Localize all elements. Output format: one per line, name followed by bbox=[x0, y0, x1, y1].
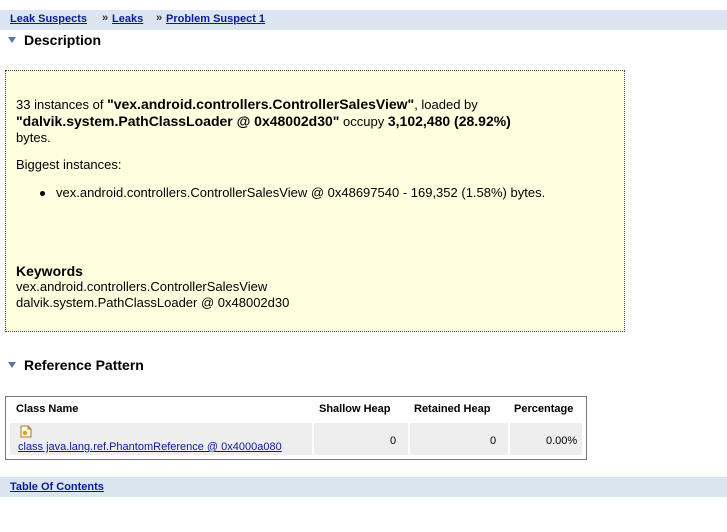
column-header-class-name[interactable]: Class Name bbox=[16, 403, 78, 415]
biggest-instance-text: vex.android.controllers.ControllerSalesV… bbox=[56, 185, 546, 200]
collapse-triangle-icon bbox=[8, 362, 16, 369]
keyword-item: dalvik.system.PathClassLoader @ 0x48002d… bbox=[16, 295, 290, 310]
class-file-icon bbox=[20, 425, 32, 438]
bullet-icon bbox=[40, 191, 45, 196]
breadcrumb: Leak Suspects » Leaks » Problem Suspect … bbox=[0, 10, 727, 30]
column-divider bbox=[408, 423, 410, 455]
biggest-instance-item: vex.android.controllers.ControllerSalesV… bbox=[40, 185, 616, 201]
breadcrumb-separator: » bbox=[156, 12, 163, 24]
loaded-by-text: , loaded by bbox=[414, 97, 478, 112]
column-divider bbox=[312, 423, 314, 455]
description-panel: 33 instances of "vex.android.controllers… bbox=[5, 70, 625, 332]
instance-count-text: 33 instances of bbox=[16, 97, 108, 112]
breadcrumb-leaks[interactable]: Leaks bbox=[112, 13, 143, 25]
column-header-retained-heap[interactable]: Retained Heap bbox=[414, 403, 490, 415]
table-of-contents-link[interactable]: Table Of Contents bbox=[10, 481, 104, 493]
column-divider bbox=[508, 423, 510, 455]
biggest-instances-label: Biggest instances: bbox=[16, 157, 122, 172]
retained-heap-value: 0 bbox=[490, 435, 497, 447]
column-header-shallow-heap[interactable]: Shallow Heap bbox=[319, 403, 391, 415]
occupy-text: occupy bbox=[339, 114, 388, 129]
table-row[interactable]: class java.lang.ref.PhantomReference @ 0… bbox=[10, 423, 582, 455]
breadcrumb-separator: » bbox=[102, 12, 109, 24]
reference-pattern-section-toggle[interactable]: Reference Pattern bbox=[8, 357, 144, 373]
description-section-toggle[interactable]: Description bbox=[8, 32, 101, 48]
bytes-text: bytes. bbox=[16, 130, 51, 145]
keyword-item: vex.android.controllers.ControllerSalesV… bbox=[16, 279, 268, 294]
breadcrumb-problem-suspect-1[interactable]: Problem Suspect 1 bbox=[166, 13, 265, 25]
percentage-value: 0.00% bbox=[546, 435, 578, 447]
reference-pattern-heading: Reference Pattern bbox=[24, 357, 144, 373]
keywords-title: Keywords bbox=[16, 263, 83, 279]
reference-pattern-table: Class Name Shallow Heap Retained Heap Pe… bbox=[5, 396, 587, 460]
column-header-percentage[interactable]: Percentage bbox=[514, 403, 573, 415]
breadcrumb-leak-suspects[interactable]: Leak Suspects bbox=[10, 13, 87, 25]
description-heading: Description bbox=[24, 32, 102, 48]
collapse-triangle-icon bbox=[8, 37, 16, 44]
retained-size: 3,102,480 (28.92%) bbox=[387, 113, 511, 129]
class-loader-name: "dalvik.system.PathClassLoader @ 0x48002… bbox=[16, 113, 340, 129]
description-summary: 33 instances of "vex.android.controllers… bbox=[16, 96, 606, 146]
suspect-class-name: "vex.android.controllers.ControllerSales… bbox=[107, 96, 415, 112]
class-name-link[interactable]: class java.lang.ref.PhantomReference @ 0… bbox=[18, 441, 282, 453]
footer-bar: Table Of Contents bbox=[0, 477, 727, 497]
shallow-heap-value: 0 bbox=[390, 435, 397, 447]
